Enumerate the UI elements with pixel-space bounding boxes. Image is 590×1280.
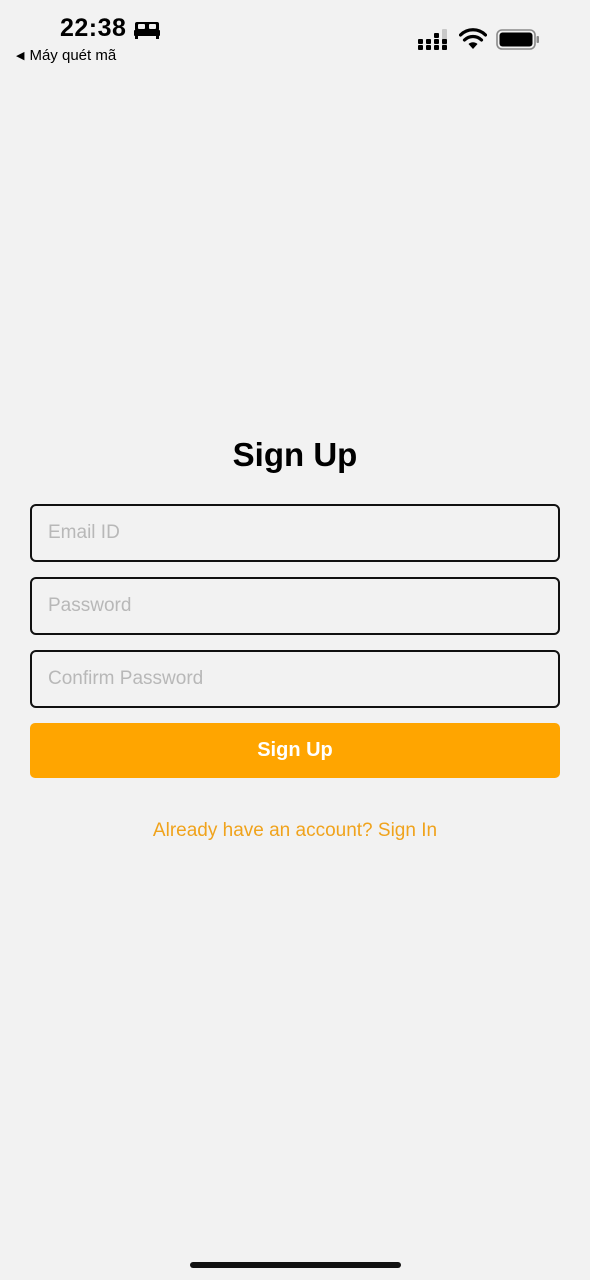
password-field[interactable] xyxy=(30,577,560,635)
confirm-password-field[interactable] xyxy=(30,650,560,708)
page-title: Sign Up xyxy=(232,436,358,473)
home-indicator[interactable] xyxy=(190,1262,401,1268)
status-time: 22:38 xyxy=(60,14,127,42)
back-to-app-link[interactable]: ◀ Máy quét mã xyxy=(16,47,116,64)
signal-icon xyxy=(418,29,447,50)
back-app-label: Máy quét mã xyxy=(29,47,117,64)
email-field[interactable] xyxy=(30,504,560,562)
signup-screen: 22:38 ◀ Máy quét mã Sign Up Email ID Sig… xyxy=(0,0,590,1280)
back-triangle-icon: ◀ xyxy=(16,50,25,62)
sign-up-button[interactable]: Sign Up xyxy=(30,723,560,778)
wifi-icon xyxy=(459,28,487,49)
sign-in-link[interactable]: Already have an account? Sign In xyxy=(0,820,590,842)
battery-icon xyxy=(496,29,539,50)
bed-icon xyxy=(134,22,160,39)
